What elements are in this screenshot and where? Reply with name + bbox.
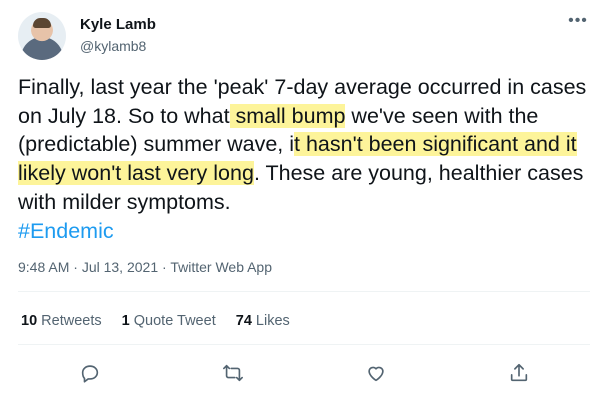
retweets-stat[interactable]: 10 Retweets	[21, 313, 102, 329]
retweets-label: Retweets	[41, 313, 102, 329]
tweet-stats: 10 Retweets 1 Quote Tweet 74 Likes	[21, 313, 306, 329]
reply-icon	[81, 365, 98, 383]
like-button[interactable]	[361, 358, 391, 388]
quote-tweets-stat[interactable]: 1 Quote Tweet	[122, 313, 216, 329]
like-icon	[367, 366, 384, 382]
tweet-source[interactable]: Twitter Web App	[170, 259, 272, 275]
avatar[interactable]	[18, 12, 66, 60]
share-icon	[510, 363, 527, 382]
action-bar	[18, 358, 590, 388]
quote-label: Quote Tweet	[133, 313, 216, 329]
divider	[18, 344, 590, 345]
quote-count: 1	[121, 313, 130, 329]
tweet-text: Finally, last year the 'peak' 7-day aver…	[18, 73, 590, 245]
tweet-meta: 9:48 AM · Jul 13, 2021 · Twitter Web App	[18, 259, 272, 275]
hashtag-link[interactable]: #Endemic	[18, 219, 114, 243]
retweet-button[interactable]	[218, 358, 248, 388]
tweet-time[interactable]: 9:48 AM	[18, 259, 69, 275]
tweet-header: Kyle Lamb @kylamb8 •••	[18, 12, 590, 62]
more-options-icon[interactable]: •••	[566, 13, 590, 34]
share-button[interactable]	[504, 358, 534, 388]
likes-label: Likes	[255, 313, 290, 329]
tweet-text-highlight: small bump	[229, 103, 346, 128]
likes-count: 74	[235, 313, 252, 329]
author-handle[interactable]: @kylamb8	[80, 38, 146, 54]
likes-stat[interactable]: 74 Likes	[236, 313, 290, 329]
retweets-count: 10	[21, 313, 38, 329]
author-name[interactable]: Kyle Lamb	[80, 16, 156, 33]
tweet-date[interactable]: Jul 13, 2021	[82, 259, 158, 275]
meta-separator: ·	[73, 259, 82, 275]
divider	[18, 291, 590, 292]
reply-button[interactable]	[75, 358, 105, 388]
retweet-icon	[222, 364, 243, 382]
